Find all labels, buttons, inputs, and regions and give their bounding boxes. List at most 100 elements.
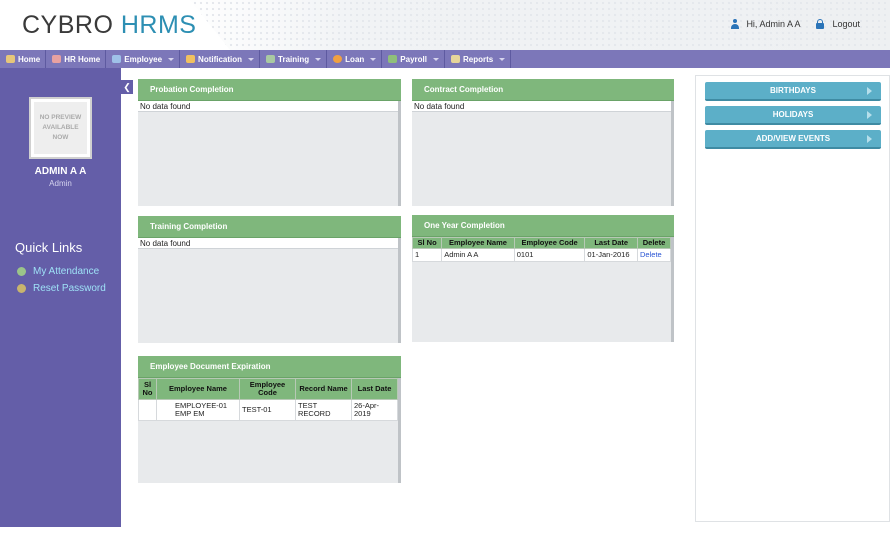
main-nav: Home HR Home Employee Notification Train… <box>0 50 890 68</box>
column-header[interactable]: Delete <box>637 237 671 249</box>
column-header[interactable]: Employee Code <box>513 237 586 249</box>
column-header[interactable]: Employee Name <box>156 378 240 400</box>
chevron-down-icon <box>432 57 439 61</box>
panel-body: No data found <box>412 101 674 206</box>
chevron-down-icon <box>370 57 377 61</box>
column-header[interactable]: Employee Code <box>239 378 296 400</box>
chevron-right-icon <box>867 87 872 95</box>
table-header-row: Sl No Employee Name Employee Code Record… <box>138 378 398 400</box>
nav-label: Payroll <box>400 54 427 64</box>
panel-title: Employee Document Expiration <box>138 356 401 378</box>
logout-link[interactable]: Logout <box>832 19 860 29</box>
nav-item-payroll[interactable]: Payroll <box>382 50 445 68</box>
panel-body: Sl No Employee Name Employee Code Last D… <box>411 237 674 342</box>
chevron-down-icon <box>499 57 506 61</box>
nav-label: Reports <box>462 54 494 64</box>
delete-link[interactable]: Delete <box>637 248 671 262</box>
sidebar: NO PREVIEW AVAILABLE NOW ADMIN A A Admin… <box>0 68 121 527</box>
add-view-events-button[interactable]: ADD/VIEW EVENTS <box>705 130 881 149</box>
panel-title: One Year Completion <box>412 215 674 237</box>
bullet-icon <box>17 284 26 293</box>
nav-label: Loan <box>345 54 365 64</box>
quick-link-my-attendance[interactable]: My Attendance <box>17 266 99 277</box>
nav-item-home[interactable]: Home <box>0 50 47 68</box>
panel-probation-completion: Probation Completion No data found <box>138 79 401 206</box>
column-header[interactable]: Sl No <box>138 378 157 400</box>
table-header-row: Sl No Employee Name Employee Code Last D… <box>411 237 671 249</box>
panel-contract-completion: Contract Completion No data found <box>412 79 674 206</box>
button-label: BIRTHDAYS <box>770 86 816 95</box>
loan-icon <box>333 55 343 63</box>
panel-one-year-completion: One Year Completion Sl No Employee Name … <box>411 215 674 342</box>
footer <box>0 527 890 556</box>
chevron-left-icon: ❮ <box>123 81 131 92</box>
avatar: NO PREVIEW AVAILABLE NOW <box>29 97 92 159</box>
quick-link-reset-password[interactable]: Reset Password <box>17 283 106 294</box>
nav-item-loan[interactable]: Loan <box>327 50 383 68</box>
column-header[interactable]: Employee Name <box>441 237 515 249</box>
one-year-table: Sl No Employee Name Employee Code Last D… <box>411 237 671 262</box>
training-icon <box>266 55 276 63</box>
quick-link-label: My Attendance <box>33 266 100 277</box>
nav-item-notification[interactable]: Notification <box>180 50 261 68</box>
column-header[interactable]: Last Date <box>351 378 398 400</box>
quick-link-label: Reset Password <box>33 283 106 294</box>
payroll-icon <box>388 55 398 63</box>
panel-body: No data found <box>138 238 401 343</box>
document-expiration-table: Sl No Employee Name Employee Code Record… <box>138 378 398 421</box>
chevron-down-icon <box>248 57 255 61</box>
nav-item-hr-home[interactable]: HR Home <box>46 50 107 68</box>
panel-title: Probation Completion <box>138 79 401 101</box>
reports-icon <box>450 55 460 63</box>
employee-icon <box>112 55 122 63</box>
column-header[interactable]: Record Name <box>295 378 352 400</box>
chevron-right-icon <box>867 111 872 119</box>
nav-label: Employee <box>124 54 163 64</box>
panel-body: No data found <box>138 101 401 206</box>
nav-item-employee[interactable]: Employee <box>106 50 181 68</box>
user-area: Hi, Admin A A Logout <box>730 19 860 29</box>
bullet-icon <box>17 267 26 276</box>
nav-item-reports[interactable]: Reports <box>445 50 512 68</box>
quick-links-title: Quick Links <box>15 240 83 255</box>
collapse-sidebar-button[interactable]: ❮ <box>121 80 133 94</box>
panel-title: Training Completion <box>138 216 401 238</box>
birthdays-button[interactable]: BIRTHDAYS <box>705 82 881 101</box>
cell-employee-code: TEST-01 <box>239 399 296 421</box>
hr-home-icon <box>52 55 62 63</box>
cell-employee-name: EMPLOYEE-01 EMP EM <box>156 399 240 421</box>
app-logo[interactable]: CYBRO HRMS <box>22 11 196 40</box>
user-name: ADMIN A A <box>34 166 87 177</box>
logo-text-hrms: HRMS <box>120 11 197 39</box>
header: CYBRO HRMS Hi, Admin A A Logout <box>0 0 890 50</box>
notification-icon <box>186 55 196 63</box>
nav-label: Home <box>18 54 41 64</box>
column-header[interactable]: Last Date <box>584 237 639 249</box>
cell-sl-no <box>138 399 157 421</box>
user-role: Admin <box>49 179 72 188</box>
nav-label: Notification <box>198 54 243 64</box>
cell-sl-no: 1 <box>411 248 443 262</box>
cell-employee-code: 0101 <box>513 248 586 262</box>
column-header[interactable]: Sl No <box>411 237 443 249</box>
logo-text-cybro: CYBRO <box>22 11 114 39</box>
home-icon <box>6 55 15 63</box>
user-greeting[interactable]: Hi, Admin A A <box>746 19 800 29</box>
cell-employee-name: Admin A A <box>441 248 515 262</box>
avatar-placeholder: NO PREVIEW AVAILABLE NOW <box>34 102 87 154</box>
button-label: HOLIDAYS <box>772 110 814 119</box>
chevron-down-icon <box>168 57 175 61</box>
cell-record-name: TEST RECORD <box>295 399 352 421</box>
table-row: EMPLOYEE-01 EMP EM TEST-01 TEST RECORD 2… <box>138 399 398 421</box>
nav-label: Training <box>278 54 310 64</box>
panel-document-expiration: Employee Document Expiration Sl No Emplo… <box>138 356 401 483</box>
cell-last-date: 26-Apr-2019 <box>351 399 398 421</box>
empty-message: No data found <box>138 101 398 112</box>
button-label: ADD/VIEW EVENTS <box>755 134 831 143</box>
chevron-right-icon <box>867 135 872 143</box>
holidays-button[interactable]: HOLIDAYS <box>705 106 881 125</box>
nav-item-training[interactable]: Training <box>260 50 328 68</box>
chevron-down-icon <box>315 57 322 61</box>
right-panel: BIRTHDAYS HOLIDAYS ADD/VIEW EVENTS <box>695 75 890 522</box>
empty-message: No data found <box>138 238 398 249</box>
